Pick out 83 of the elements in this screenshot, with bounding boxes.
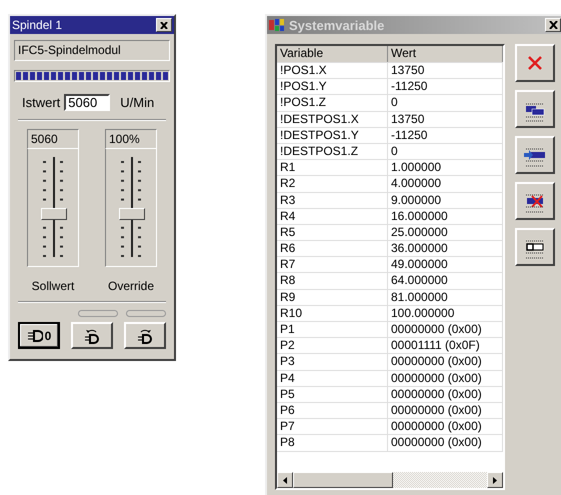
table-cell: 00000000 (0x00) (388, 402, 503, 418)
table-cell: R3 (277, 192, 388, 208)
table-cell: !DESTPOS1.X (277, 112, 388, 127)
actual-label: Istwert (22, 95, 60, 110)
table-cell: P2 (277, 338, 388, 354)
table-cell: R1 (277, 160, 388, 176)
module-name: IFC5-Spindelmodul (14, 40, 170, 61)
table-cell: 1.000000 (388, 160, 503, 176)
table-cell: 00000000 (0x00) (388, 354, 503, 370)
slider-reading: 100% (105, 129, 157, 149)
table-cell: R7 (277, 257, 388, 272)
scroll-left-button[interactable] (277, 472, 293, 488)
table-cell: R6 (277, 241, 388, 256)
table-cell: -11250 (388, 79, 503, 94)
slider-reading: 5060 (27, 129, 79, 149)
table-cell: 00000000 (0x00) (388, 370, 503, 386)
table-cell: !POS1.X (277, 63, 388, 78)
close-button[interactable] (156, 18, 172, 32)
slider-thumb[interactable] (41, 208, 67, 220)
table-cell: !DESTPOS1.Z (277, 144, 388, 160)
table-cell: !POS1.Z (277, 95, 388, 111)
tool-button[interactable] (515, 44, 555, 82)
table-cell: 13750 (388, 63, 503, 78)
table-cell: P5 (277, 386, 388, 402)
table-cell: P8 (277, 435, 388, 450)
tool-button[interactable] (515, 182, 555, 220)
table-cell: R10 (277, 306, 388, 321)
table-cell: !DESTPOS1.Y (277, 128, 388, 143)
slider-label: Override (106, 279, 155, 293)
horizontal-scrollbar[interactable] (277, 472, 503, 488)
table-cell: R2 (277, 176, 388, 192)
slider-label: Sollwert (30, 279, 76, 293)
table-cell: 36.000000 (388, 241, 503, 256)
scroll-thumb[interactable] (293, 472, 393, 488)
table-cell: P4 (277, 370, 388, 386)
left-arrow-icon (283, 476, 287, 484)
table-cell: R4 (277, 208, 388, 224)
slider-thumb[interactable] (119, 208, 145, 220)
tool-button[interactable] (515, 136, 555, 174)
table-cell: -11250 (388, 128, 503, 143)
tool-button[interactable] (515, 228, 555, 266)
table-cell: P7 (277, 419, 388, 434)
table-cell: 9.000000 (388, 192, 503, 208)
table-cell: R8 (277, 273, 388, 289)
table-cell: R9 (277, 290, 388, 305)
actual-field[interactable]: 5060 (64, 94, 110, 111)
right-arrow-icon (493, 476, 497, 484)
table-cell: 13750 (388, 112, 503, 127)
table-cell: 00001111 (0x0F) (388, 338, 503, 354)
rotate-left-icon (84, 328, 100, 344)
table-cell: 00000000 (0x00) (388, 419, 503, 434)
spindle-button[interactable] (71, 322, 113, 349)
window-title: Systemvariable (289, 18, 386, 32)
unit-label: U/Min (120, 95, 154, 110)
table-cell: R5 (277, 224, 388, 240)
table-cell: P6 (277, 402, 388, 418)
table-cell: 4.000000 (388, 176, 503, 192)
table-cell: 81.000000 (388, 290, 503, 305)
table-cell: 0 (388, 144, 503, 160)
scroll-right-button[interactable] (487, 472, 503, 488)
column-header[interactable]: Variable (277, 46, 388, 62)
table-cell: 00000000 (0x00) (388, 435, 503, 450)
table-cell: 100.000000 (388, 306, 503, 321)
close-icon (160, 22, 168, 28)
rotate-right-icon (137, 328, 153, 344)
spindle-button[interactable] (124, 322, 166, 349)
column-header[interactable]: Wert (388, 46, 503, 62)
table-cell: 0 (388, 95, 503, 111)
table-cell: !POS1.Y (277, 79, 388, 94)
close-icon (548, 21, 558, 29)
table-cell: P3 (277, 354, 388, 370)
spindle-button[interactable]: 0 (18, 322, 60, 349)
table-cell: 16.000000 (388, 208, 503, 224)
table-cell: 00000000 (0x00) (388, 322, 503, 338)
spindle-icon (26, 328, 43, 344)
table-cell: 25.000000 (388, 224, 503, 240)
window-title: Spindel 1 (12, 18, 64, 32)
table-cell: P1 (277, 322, 388, 338)
table-cell: 00000000 (0x00) (388, 386, 503, 402)
tool-button[interactable] (515, 90, 555, 128)
table-cell: 49.000000 (388, 257, 503, 272)
app-icon (269, 18, 285, 32)
table-cell: 64.000000 (388, 273, 503, 289)
